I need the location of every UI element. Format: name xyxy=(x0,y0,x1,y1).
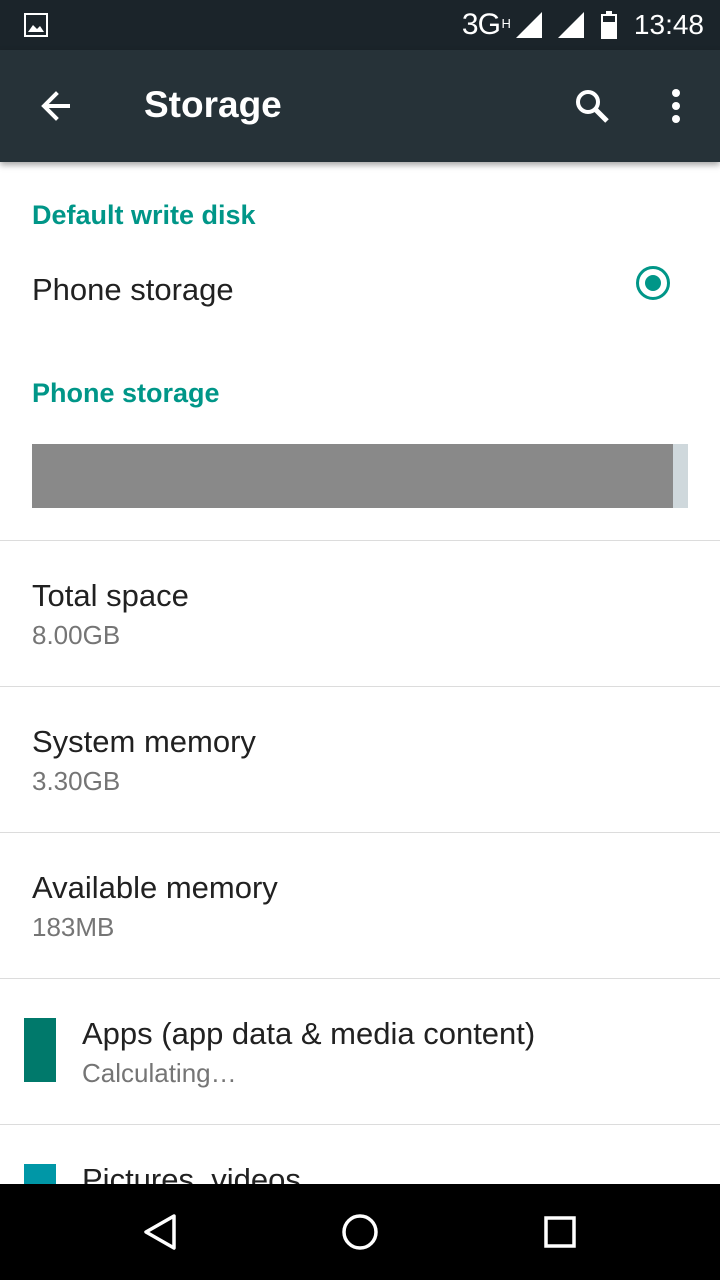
signal-icon-2 xyxy=(557,12,584,38)
apps-category-row[interactable]: Apps (app data & media content) Calculat… xyxy=(0,978,720,1124)
row-title: Pictures, videos xyxy=(82,1162,301,1184)
storage-content: Default write disk Phone storage Phone s… xyxy=(0,162,720,1184)
row-title: System memory xyxy=(32,724,256,759)
status-bar: 3G H 13:48 xyxy=(0,0,720,50)
category-color-swatch xyxy=(24,1164,56,1184)
back-button[interactable] xyxy=(26,76,86,136)
radio-button-selected[interactable] xyxy=(636,266,670,300)
network-type: 3G H xyxy=(461,8,511,41)
row-title: Total space xyxy=(32,578,189,613)
app-bar: Storage xyxy=(0,50,720,162)
image-notification-icon xyxy=(24,13,48,37)
signal-icon xyxy=(515,12,542,38)
storage-usage-fill xyxy=(32,444,673,508)
total-space-row[interactable]: Total space 8.00GB xyxy=(0,540,720,686)
more-options-button[interactable] xyxy=(652,76,700,136)
row-value: Calculating… xyxy=(82,1058,237,1088)
phone-storage-option[interactable]: Phone storage xyxy=(0,162,720,332)
available-memory-row[interactable]: Available memory 183MB xyxy=(0,832,720,978)
system-memory-row[interactable]: System memory 3.30GB xyxy=(0,686,720,832)
row-title: Available memory xyxy=(32,870,278,905)
nav-back-button[interactable] xyxy=(136,1208,184,1256)
nav-recents-button[interactable] xyxy=(536,1208,584,1256)
battery-icon xyxy=(600,11,617,39)
clock: 13:48 xyxy=(633,9,704,40)
search-button[interactable] xyxy=(564,76,620,136)
more-vert-icon xyxy=(672,89,680,123)
storage-usage-bar xyxy=(32,444,688,508)
nav-back-icon xyxy=(144,1214,176,1250)
pictures-videos-category-row[interactable]: Pictures, videos xyxy=(0,1124,720,1184)
row-value: 8.00GB xyxy=(32,620,121,650)
row-value: 3.30GB xyxy=(32,766,121,796)
nav-home-icon xyxy=(342,1214,378,1250)
row-value: 183MB xyxy=(32,912,115,942)
page-title: Storage xyxy=(144,84,282,125)
back-arrow-icon xyxy=(41,91,70,121)
nav-recents-icon xyxy=(544,1216,576,1248)
row-title: Apps (app data & media content) xyxy=(82,1016,536,1051)
status-icons: 3G H 13:48 xyxy=(462,0,704,50)
nav-home-button[interactable] xyxy=(336,1208,384,1256)
category-color-swatch xyxy=(24,1018,56,1082)
option-label: Phone storage xyxy=(32,272,234,307)
navigation-bar xyxy=(0,1184,720,1280)
section-header-phone-storage: Phone storage xyxy=(32,378,220,408)
search-icon xyxy=(576,90,609,123)
